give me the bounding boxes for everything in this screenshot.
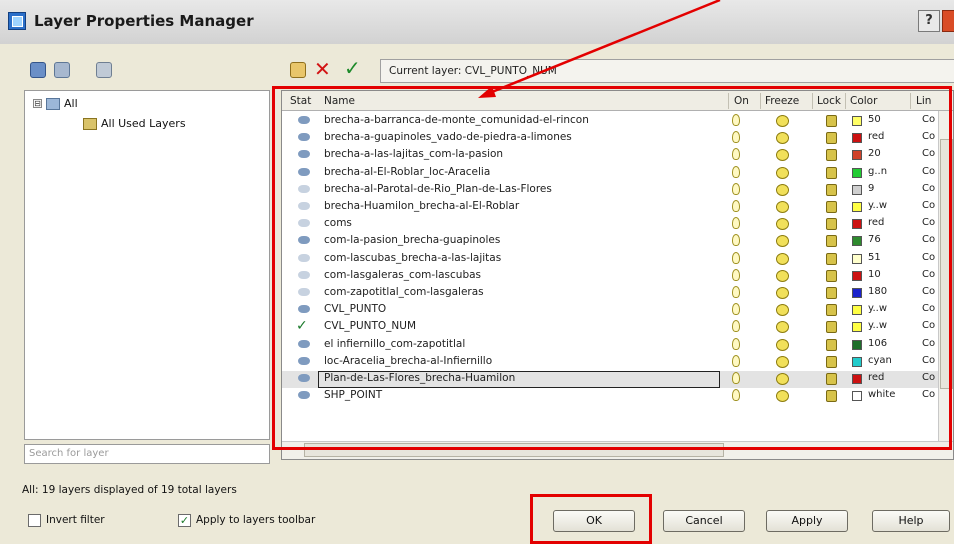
layer-properties-manager-window: Layer Properties Manager ? ✕ ✓ Current l…: [0, 0, 954, 544]
annotation-arrow-icon: [478, 0, 721, 98]
